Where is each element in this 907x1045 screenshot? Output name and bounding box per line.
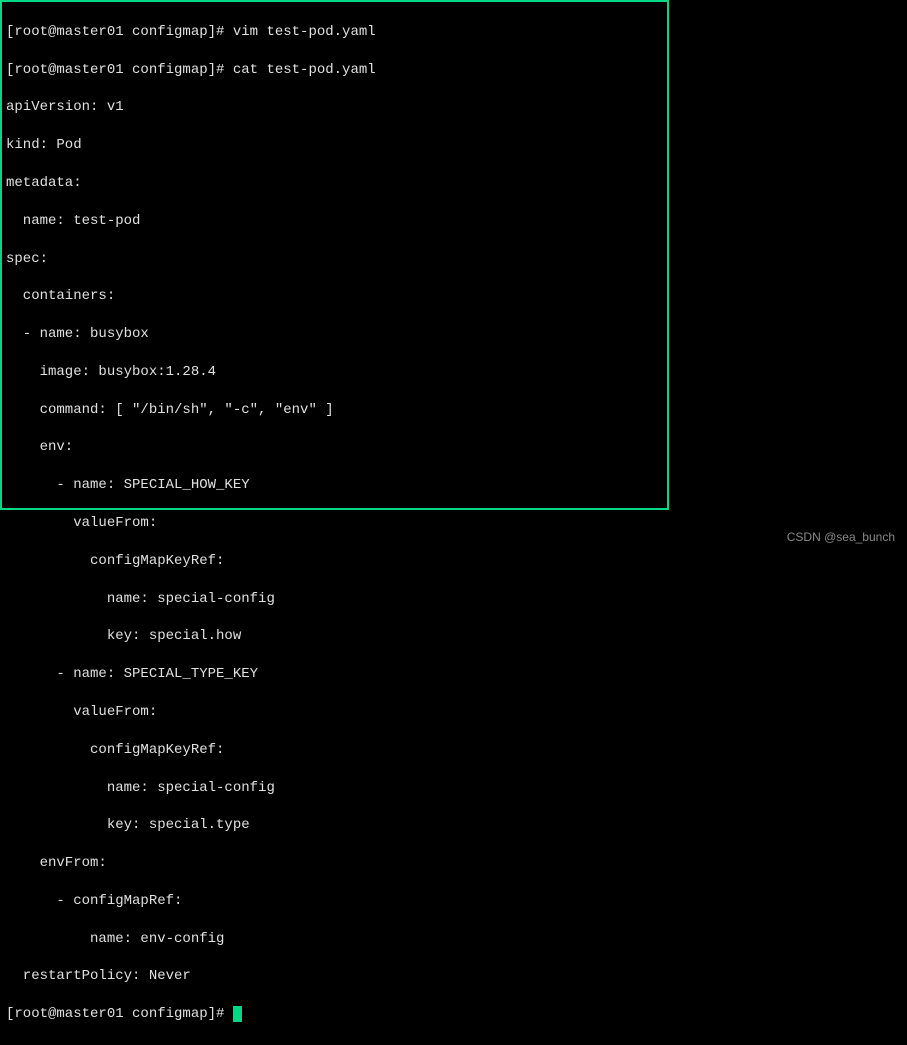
yaml-line: containers: xyxy=(6,287,663,306)
command-text: cat test-pod.yaml xyxy=(233,62,376,78)
yaml-line: key: special.how xyxy=(6,627,663,646)
terminal-content[interactable]: [root@master01 configmap]# vim test-pod.… xyxy=(2,2,667,1045)
yaml-line: valueFrom: xyxy=(6,703,663,722)
command-line: [root@master01 configmap]# xyxy=(6,1005,663,1024)
yaml-line: - name: SPECIAL_TYPE_KEY xyxy=(6,665,663,684)
yaml-line: key: special.type xyxy=(6,816,663,835)
shell-prompt: [root@master01 configmap]# xyxy=(6,24,233,40)
yaml-line: env: xyxy=(6,438,663,457)
shell-prompt: [root@master01 configmap]# xyxy=(6,1006,233,1022)
yaml-line: kind: Pod xyxy=(6,136,663,155)
yaml-line: configMapKeyRef: xyxy=(6,741,663,760)
command-line: [root@master01 configmap]# vim test-pod.… xyxy=(6,23,663,42)
yaml-line: configMapKeyRef: xyxy=(6,552,663,571)
yaml-line: image: busybox:1.28.4 xyxy=(6,363,663,382)
yaml-line: valueFrom: xyxy=(6,514,663,533)
command-text: vim test-pod.yaml xyxy=(233,24,376,40)
yaml-line: name: test-pod xyxy=(6,212,663,231)
yaml-line: apiVersion: v1 xyxy=(6,98,663,117)
command-line: [root@master01 configmap]# cat test-pod.… xyxy=(6,61,663,80)
yaml-line: name: env-config xyxy=(6,930,663,949)
yaml-line: spec: xyxy=(6,250,663,269)
yaml-line: name: special-config xyxy=(6,779,663,798)
yaml-line: name: special-config xyxy=(6,590,663,609)
yaml-line: - configMapRef: xyxy=(6,892,663,911)
cursor-icon xyxy=(233,1006,242,1022)
yaml-line: restartPolicy: Never xyxy=(6,967,663,986)
yaml-line: command: [ "/bin/sh", "-c", "env" ] xyxy=(6,401,663,420)
yaml-line: metadata: xyxy=(6,174,663,193)
yaml-line: - name: SPECIAL_HOW_KEY xyxy=(6,476,663,495)
yaml-line: - name: busybox xyxy=(6,325,663,344)
yaml-line: envFrom: xyxy=(6,854,663,873)
shell-prompt: [root@master01 configmap]# xyxy=(6,62,233,78)
terminal-window: [root@master01 configmap]# vim test-pod.… xyxy=(0,0,669,510)
watermark-text: CSDN @sea_bunch xyxy=(787,530,895,544)
